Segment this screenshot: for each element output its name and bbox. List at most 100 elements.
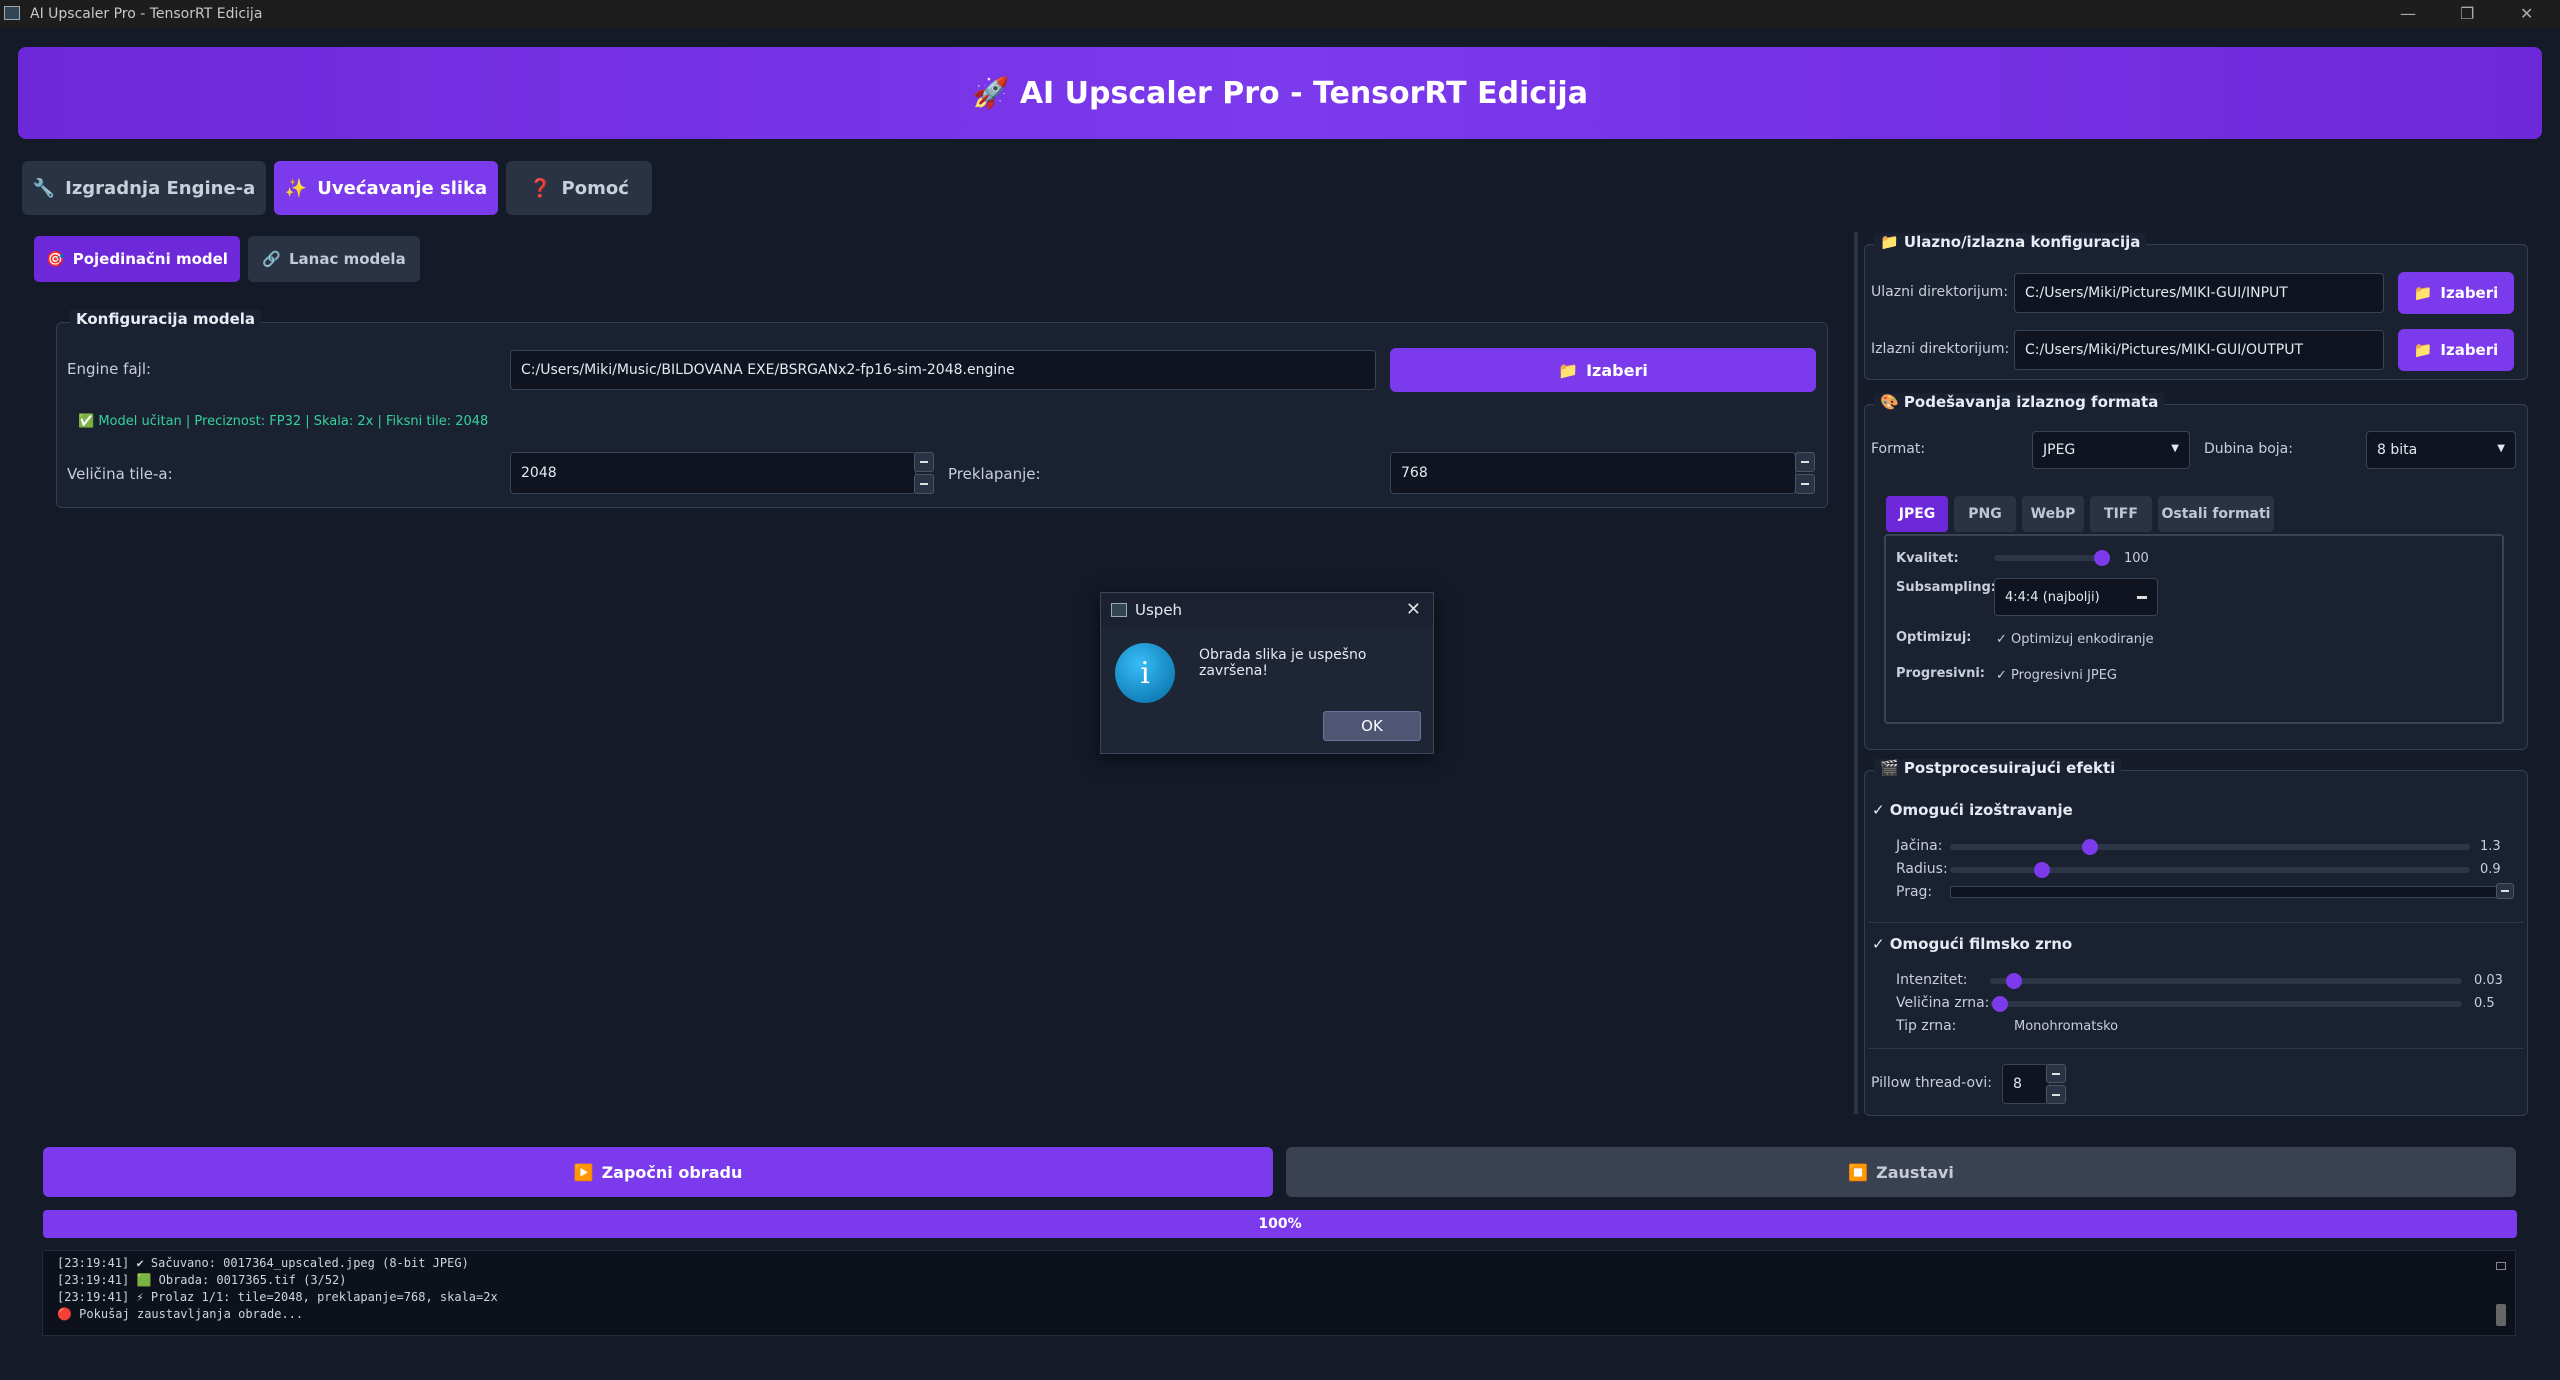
io-config-title: 📁 Ulazno/izlazna konfiguracija	[1874, 233, 2147, 251]
strength-label: Jačina:	[1896, 838, 1943, 854]
grain-size-value: 0.5	[2474, 996, 2495, 1011]
info-icon: i	[1115, 643, 1175, 703]
optimize-checkbox[interactable]: ✓ Optimizuj enkodiranje	[1996, 632, 2154, 647]
format-tab-other[interactable]: Ostali formati	[2158, 496, 2274, 532]
subtab-model-chain[interactable]: 🔗 Lanac modela	[248, 236, 420, 282]
subsampling-select[interactable]: 4:4:4 (najbolji)	[1994, 578, 2158, 616]
output-dir-field[interactable]: C:/Users/Miki/Pictures/MIKI-GUI/OUTPUT	[2014, 330, 2384, 370]
engine-file-input[interactable]: C:/Users/Miki/Music/BILDOVANA EXE/BSRGAN…	[510, 350, 1376, 390]
group-title-text: Podešavanja izlaznog formata	[1903, 393, 2159, 411]
log-line: [23:19:41] ✔ Sačuvano: 0017364_upscaled.…	[57, 1256, 469, 1270]
log-line: 🔴 Pokušaj zaustavljanja obrade...	[57, 1307, 304, 1321]
minimize-button[interactable]: —	[2400, 4, 2416, 23]
dialog-app-icon	[1111, 603, 1127, 617]
tab-help[interactable]: ❓ Pomoć	[506, 161, 652, 215]
strength-slider[interactable]	[1950, 844, 2470, 850]
scrollbar-up[interactable]	[2496, 1262, 2506, 1270]
question-icon: ❓	[529, 177, 552, 199]
input-dir-field[interactable]: C:/Users/Miki/Pictures/MIKI-GUI/INPUT	[2014, 273, 2384, 313]
format-tab-png[interactable]: PNG	[1954, 496, 2016, 532]
button-label: Zaustavi	[1876, 1162, 1954, 1182]
format-select[interactable]: JPEG ▼	[2032, 431, 2190, 469]
threads-up-button[interactable]	[2046, 1064, 2066, 1083]
sharpen-checkbox[interactable]: ✓ Omogući izoštravanje	[1872, 801, 2073, 819]
dialog-message: Obrada slika je uspešno završena!	[1199, 647, 1367, 679]
tab-upscaling[interactable]: ✨ Uvećavanje slika	[274, 161, 498, 215]
stop-button[interactable]: ⏹️ Zaustavi	[1286, 1147, 2516, 1197]
pillow-threads-input[interactable]: 8	[2002, 1064, 2050, 1104]
grain-type-value[interactable]: Monohromatsko	[2014, 1019, 2118, 1034]
threshold-input[interactable]	[1950, 886, 2500, 898]
app-header-title: AI Upscaler Pro - TensorRT Edicija	[1019, 75, 1588, 111]
start-processing-button[interactable]: ▶️ Započni obradu	[43, 1147, 1273, 1197]
app-icon	[4, 6, 20, 20]
progressive-check-text: Progresivni JPEG	[2011, 668, 2117, 683]
choose-engine-button[interactable]: 📁 Izaberi	[1390, 348, 1816, 392]
maximize-button[interactable]: ❐	[2460, 4, 2474, 23]
input-dir-label: Ulazni direktorijum:	[1871, 284, 2009, 300]
clapper-icon: 🎬	[1880, 759, 1899, 777]
tile-size-input[interactable]: 2048	[510, 452, 916, 494]
format-tab-jpeg[interactable]: JPEG	[1886, 496, 1948, 532]
group-title-text: Postprocesuirajući efekti	[1903, 759, 2116, 777]
intensity-slider-knob[interactable]	[2006, 973, 2022, 989]
radius-value: 0.9	[2480, 862, 2501, 877]
radius-slider-knob[interactable]	[2034, 862, 2050, 878]
model-status: ✅ Model učitan | Preciznost: FP32 | Skal…	[78, 414, 489, 429]
progressive-label: Progresivni:	[1896, 666, 1985, 681]
quality-slider-knob[interactable]	[2094, 550, 2110, 566]
log-line: [23:19:41] ⚡ Prolaz 1/1: tile=2048, prek…	[57, 1290, 498, 1304]
film-grain-checkbox[interactable]: ✓ Omogući filmsko zrno	[1872, 935, 2072, 953]
chevron-down-icon: ▼	[2171, 443, 2179, 454]
grain-size-slider[interactable]	[1990, 1001, 2462, 1007]
grain-size-label: Veličina zrna:	[1896, 995, 1990, 1011]
pillow-threads-label: Pillow thread-ovi:	[1871, 1075, 1992, 1091]
button-label: Izaberi	[1586, 360, 1648, 380]
intensity-label: Intenzitet:	[1896, 972, 1968, 988]
optimize-label: Optimizuj:	[1896, 630, 1972, 645]
format-tab-tiff[interactable]: TIFF	[2090, 496, 2152, 532]
overlap-label: Preklapanje:	[948, 465, 1041, 483]
jpeg-options-panel	[1884, 534, 2504, 724]
log-console[interactable]: [23:19:41] ✔ Sačuvano: 0017364_upscaled.…	[42, 1250, 2516, 1336]
button-label: Izaberi	[2440, 284, 2499, 302]
divider	[1868, 922, 2524, 923]
quality-slider[interactable]	[1994, 555, 2106, 561]
folder-icon: 📁	[1880, 233, 1899, 251]
format-select-value: JPEG	[2043, 442, 2076, 458]
dialog-title: Uspeh	[1135, 601, 1183, 619]
log-scrollbar[interactable]	[2496, 1262, 2506, 1328]
dialog-close-button[interactable]: ✕	[1406, 599, 1421, 620]
overlap-input[interactable]: 768	[1390, 452, 1796, 494]
output-format-title: 🎨 Podešavanja izlaznog formata	[1874, 393, 2165, 411]
radius-slider[interactable]	[1950, 867, 2470, 873]
subtab-single-model[interactable]: 🎯 Pojedinačni model	[34, 236, 240, 282]
play-icon: ▶️	[573, 1162, 594, 1182]
overlap-down-button[interactable]	[1795, 474, 1815, 494]
button-label: Započni obradu	[601, 1162, 743, 1182]
dialog-ok-button[interactable]: OK	[1323, 711, 1421, 741]
output-dir-label: Izlazni direktorijum:	[1871, 341, 2010, 357]
tab-label: Izgradnja Engine-a	[65, 177, 256, 199]
chevron-down-icon: ▼	[2497, 443, 2505, 454]
overlap-up-button[interactable]	[1795, 452, 1815, 472]
grain-size-slider-knob[interactable]	[1992, 996, 2008, 1012]
tile-size-up-button[interactable]	[914, 452, 934, 472]
subtab-label: Lanac modela	[288, 250, 406, 268]
intensity-value: 0.03	[2474, 973, 2503, 988]
color-depth-select[interactable]: 8 bita ▼	[2366, 431, 2516, 469]
progressive-checkbox[interactable]: ✓ Progresivni JPEG	[1996, 668, 2117, 683]
strength-slider-knob[interactable]	[2082, 839, 2098, 855]
choose-output-button[interactable]: 📁 Izaberi	[2398, 329, 2514, 371]
tab-engine-build[interactable]: 🔧 Izgradnja Engine-a	[22, 161, 266, 215]
choose-input-button[interactable]: 📁 Izaberi	[2398, 272, 2514, 314]
threshold-stepper[interactable]	[2496, 883, 2514, 899]
format-tab-webp[interactable]: WebP	[2022, 496, 2084, 532]
scrollbar-thumb[interactable]	[2496, 1304, 2506, 1326]
threads-down-button[interactable]	[2046, 1085, 2066, 1104]
close-window-button[interactable]: ✕	[2520, 4, 2533, 23]
intensity-slider[interactable]	[1990, 978, 2462, 984]
tile-size-down-button[interactable]	[914, 474, 934, 494]
divider	[1868, 1048, 2524, 1049]
rocket-icon: 🚀	[972, 75, 1010, 111]
